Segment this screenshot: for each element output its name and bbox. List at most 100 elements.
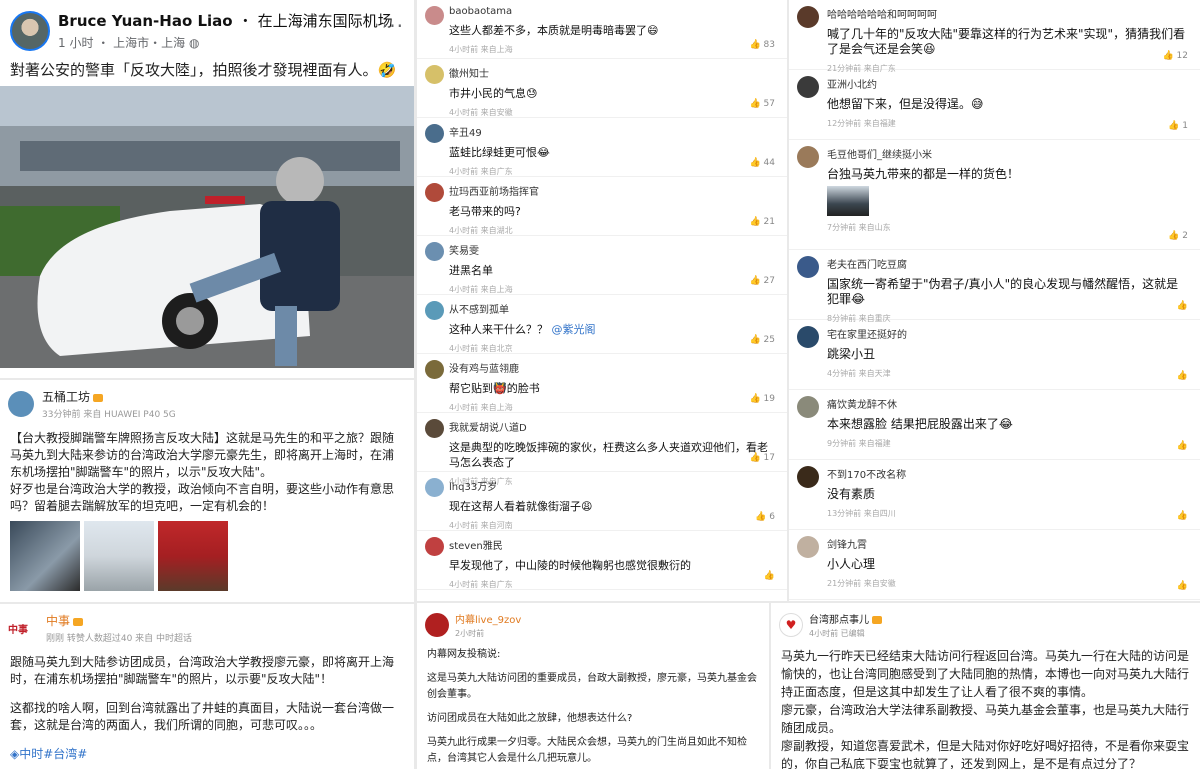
post-paragraph: 【台大教授脚踹警车牌照扬言反攻大陆】这就是马先生的和平之旅？跟随马英九到大陆来参… <box>10 431 395 479</box>
thumbs-up-icon: 👍 <box>749 335 764 345</box>
commenter-avatar[interactable] <box>797 396 819 418</box>
author-avatar[interactable] <box>10 10 50 51</box>
commenter-avatar[interactable] <box>797 76 819 98</box>
topic-icon: ◈ <box>10 747 20 761</box>
commenter-avatar[interactable] <box>425 360 444 379</box>
comment-item: 痛饮黄龙醉不休 本来想露脸 结果把屁股露出来了😂 9分钟前 来自福建 👍 <box>789 390 1200 460</box>
comment-item: 亚洲小北约 他想留下来，但是没得逞。😅 12分钟前 来自福建 👍 1 <box>789 70 1200 140</box>
commenter-avatar[interactable] <box>425 419 444 438</box>
commenter-avatar[interactable] <box>425 242 444 261</box>
comment-time: 21分钟前 来自安徽 <box>827 579 896 588</box>
post-paragraph: 这是马英九大陆访问团的重要成员，台政大副教授，廖元豪，马英九基金会创会董事。 <box>427 673 757 700</box>
like-button[interactable]: 👍 <box>1177 371 1188 381</box>
checkin-location[interactable]: 在上海浦东国际机场 <box>258 12 393 30</box>
like-button[interactable]: 👍 <box>1177 581 1188 591</box>
commenter-avatar[interactable] <box>425 124 444 143</box>
commenter-name[interactable]: 辛丑49 <box>449 124 777 139</box>
comment-text: 早发现他了，中山陵的时候他鞠躬也感觉很敷衍的 <box>449 559 691 572</box>
commenter-name[interactable]: 没有鸡与蓝翎鹿 <box>449 360 777 375</box>
crown-icon <box>73 617 84 626</box>
commenter-avatar[interactable] <box>425 478 444 497</box>
commenter-avatar[interactable] <box>797 466 819 488</box>
commenter-name[interactable]: 老夫在西门吃豆腐 <box>827 256 1190 271</box>
commenter-name[interactable]: 毛豆他哥们_继续挺小米 <box>827 146 1190 161</box>
like-button[interactable]: 👍 21 <box>749 217 775 227</box>
commenter-name[interactable]: steven雅民 <box>449 537 777 552</box>
more-options-icon[interactable]: ··· <box>382 14 404 38</box>
author-name[interactable]: 台湾那点事儿 <box>809 615 869 626</box>
post-time: 2小时前 <box>455 629 485 638</box>
image-thumbnail[interactable] <box>84 521 154 591</box>
commenter-name[interactable]: 不到170不改名称 <box>827 466 1190 481</box>
commenter-name[interactable]: 宅在家里还挺好的 <box>827 326 1190 341</box>
like-button[interactable]: 👍 19 <box>749 394 775 404</box>
like-button[interactable]: 👍 <box>1177 511 1188 521</box>
author-name[interactable]: 中事 <box>46 614 70 628</box>
like-button[interactable]: 👍 44 <box>749 158 775 168</box>
comment-time: 4小时前 来自湖北 <box>449 226 513 235</box>
like-button[interactable]: 👍 <box>1177 301 1188 311</box>
commenter-avatar[interactable] <box>425 6 444 25</box>
commenter-name[interactable]: 徽州知士 <box>449 65 777 80</box>
like-button[interactable]: 👍 <box>764 571 775 581</box>
like-button[interactable]: 👍 25 <box>749 335 775 345</box>
commenter-avatar[interactable] <box>797 536 819 558</box>
author-avatar[interactable] <box>8 391 34 417</box>
commenter-name[interactable]: 我就爱胡说八道D <box>449 419 777 434</box>
author-name[interactable]: 五桶工坊 <box>42 390 90 404</box>
post-time[interactable]: 1 小时 <box>58 36 93 50</box>
like-button[interactable]: 👍 12 <box>1162 51 1188 61</box>
author-name[interactable]: Bruce Yuan-Hao Liao <box>58 12 233 30</box>
commenter-avatar[interactable] <box>425 65 444 84</box>
like-count: 2 <box>1182 231 1188 241</box>
commenter-name[interactable]: 拉玛西亚前场指挥官 <box>449 183 777 198</box>
like-button[interactable]: 👍 83 <box>749 40 775 50</box>
commenter-avatar[interactable] <box>425 537 444 556</box>
commenter-name[interactable]: 哈哈哈哈哈哈和呵呵呵呵 <box>827 6 1190 21</box>
like-button[interactable]: 👍 6 <box>755 512 775 522</box>
comment-text: 这是典型的吃晚饭摔碗的家伙，枉费这么多人夹道欢迎他们，看老马怎么表态了 <box>449 441 768 469</box>
like-button[interactable]: 👍 1 <box>1168 121 1188 131</box>
comment-image[interactable] <box>827 186 869 216</box>
comment-text: 没有素质 <box>827 487 876 501</box>
like-button[interactable]: 👍 17 <box>749 453 775 463</box>
commenter-avatar[interactable] <box>425 301 444 320</box>
comment-text: 蓝蛙比绿蛙更可恨😂 <box>449 146 550 159</box>
like-button[interactable]: 👍 27 <box>749 276 775 286</box>
thumbs-up-icon: 👍 <box>1176 581 1188 591</box>
comment-item: 笑易雯 进黑名单 4小时前 来自上海 👍 27 <box>417 236 787 295</box>
comment-list: baobaotama 这些人都差不多，本质就是明毒暗毒罢了😄 4小时前 来自上海 👍 … <box>417 0 787 601</box>
thumbs-up-icon: 👍 <box>749 394 764 404</box>
like-count: 12 <box>1176 51 1188 61</box>
author-avatar[interactable]: ♥ <box>779 613 803 637</box>
commenter-avatar[interactable] <box>797 6 819 28</box>
netizen-post: 内幕live_9zov 2小时前 内幕网友投稿说: 这是马英九大陆访问团的重要成… <box>417 603 769 769</box>
post-body: 跟随马英九到大陆参访团成员，台湾政治大学教授廖元豪，即将离开上海时，在浦东机场摆… <box>0 648 414 763</box>
image-thumbnail[interactable] <box>158 521 228 591</box>
like-button[interactable]: 👍 <box>1177 441 1188 451</box>
commenter-avatar[interactable] <box>797 256 819 278</box>
comment-item: lhq33万岁 现在这帮人看着就像街溜子😩 4小时前 来自河南 👍 6 <box>417 472 787 531</box>
commenter-name[interactable]: 剑锋九霄 <box>827 536 1190 551</box>
image-thumbnail[interactable] <box>10 521 80 591</box>
commenter-name[interactable]: 痛饮黄龙醉不休 <box>827 396 1190 411</box>
commenter-name[interactable]: lhq33万岁 <box>449 478 777 493</box>
commenter-avatar[interactable] <box>797 326 819 348</box>
like-button[interactable]: 👍 2 <box>1168 231 1188 241</box>
author-name[interactable]: 内幕live_9zov <box>455 611 521 626</box>
image-grid <box>0 515 414 591</box>
commenter-name[interactable]: 笑易雯 <box>449 242 777 257</box>
commenter-name[interactable]: 亚洲小北约 <box>827 76 1190 91</box>
post-paragraph: 跟随马英九到大陆参访团成员，台湾政治大学教授廖元豪，即将离开上海时，在浦东机场摆… <box>10 655 395 686</box>
comment-item: 没有鸡与蓝翎鹿 帮它贴到👹的脸书 4小时前 来自上海 👍 19 <box>417 354 787 413</box>
commenter-avatar[interactable] <box>797 146 819 168</box>
author-avatar[interactable] <box>425 613 449 637</box>
commenter-name[interactable]: baobaotama <box>449 6 777 17</box>
thumbs-up-icon: 👍 <box>749 158 764 168</box>
commenter-name[interactable]: 从不感到孤单 <box>449 301 777 316</box>
like-button[interactable]: 👍 57 <box>749 99 775 109</box>
post-photo[interactable] <box>0 86 414 368</box>
comment-time: 4小时前 来自北京 <box>449 344 513 353</box>
commenter-avatar[interactable] <box>425 183 444 202</box>
topic-tag[interactable]: 中时#台湾# <box>19 747 87 761</box>
